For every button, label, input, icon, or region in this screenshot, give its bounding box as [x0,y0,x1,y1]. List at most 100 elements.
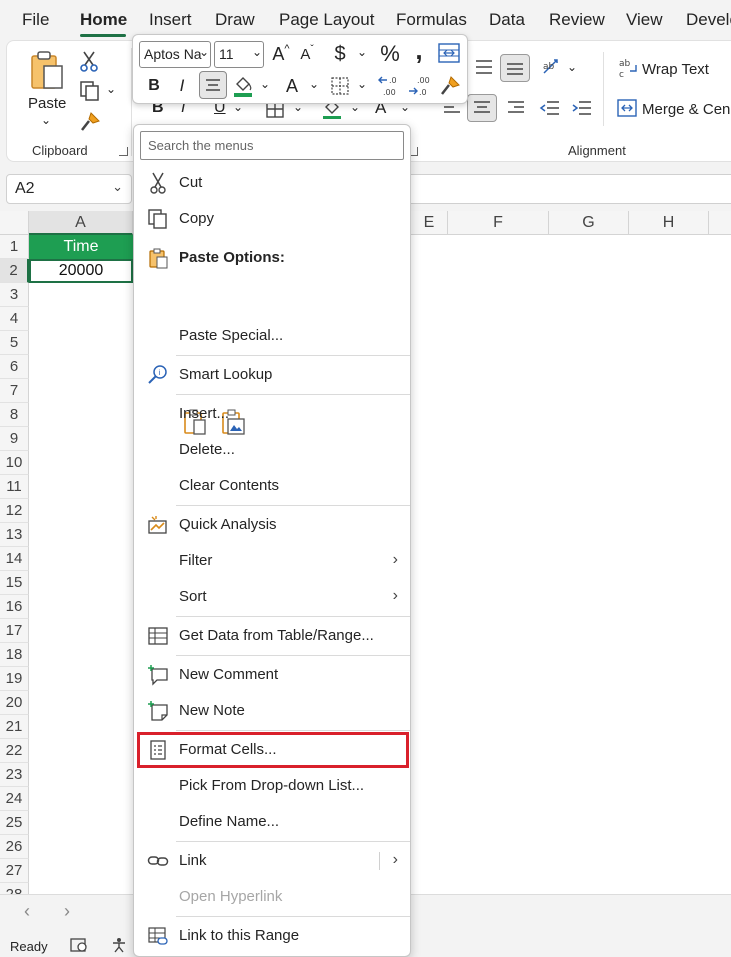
row-header[interactable]: 14 [0,547,29,571]
shrink-font-icon[interactable]: Aˇ [295,41,319,67]
align-center-icon[interactable] [467,94,497,122]
row-header[interactable]: 25 [0,811,29,835]
currency-chevron-icon[interactable]: ⌄ [357,45,367,59]
mini-bold-icon[interactable]: B [143,73,165,99]
column-header-e[interactable]: E [410,211,448,235]
copy-dropdown-chevron-icon[interactable]: ⌄ [106,82,116,96]
cut-icon[interactable] [78,50,100,72]
column-header-a[interactable]: A [29,211,133,235]
tab-view[interactable]: View [626,10,663,30]
grow-font-icon[interactable]: A ^ [269,41,293,67]
comma-style-icon[interactable]: , [409,35,429,65]
mini-fill-chevron-icon[interactable]: ⌄ [260,77,270,91]
cell-a2[interactable]: 20000 [29,259,133,283]
tab-formulas[interactable]: Formulas [396,10,467,30]
cell-a1[interactable]: Time [29,235,133,259]
menu-item-copy[interactable]: Copy [134,202,410,236]
mini-align-center-icon[interactable] [199,71,227,99]
row-header[interactable]: 12 [0,499,29,523]
row-header[interactable]: 6 [0,355,29,379]
tab-insert[interactable]: Insert [149,10,192,30]
mini-borders-chevron-icon[interactable]: ⌄ [357,77,367,91]
row-header[interactable]: 13 [0,523,29,547]
menu-item-smart-lookup[interactable]: i Smart Lookup [134,358,410,392]
row-header[interactable]: 20 [0,691,29,715]
mini-format-painter-icon[interactable] [437,73,463,99]
align-middle-icon[interactable] [500,54,530,82]
menu-item-insert[interactable]: Insert... [134,397,410,431]
tab-data[interactable]: Data [489,10,525,30]
row-header[interactable]: 18 [0,643,29,667]
menu-item-new-note[interactable]: New Note [134,694,410,728]
formula-bar[interactable] [410,174,731,204]
menu-item-clear-contents[interactable]: Clear Contents [134,469,410,503]
align-right-icon[interactable] [504,96,528,120]
select-all-corner[interactable] [0,211,29,235]
mini-fill-color-icon[interactable] [231,73,255,99]
paste-label[interactable]: Paste [28,95,66,112]
wrap-merge-icon[interactable] [437,42,461,64]
increase-decimal-icon[interactable]: .0.00 [377,73,403,99]
mini-borders-icon[interactable] [329,75,351,97]
row-header[interactable]: 24 [0,787,29,811]
wrap-text-icon[interactable]: ab c [618,56,640,80]
row-header[interactable]: 26 [0,835,29,859]
sheet-scroll-right-icon[interactable]: › [64,901,70,922]
menu-item-quick-analysis[interactable]: Quick Analysis [134,508,410,542]
menu-search-input[interactable]: Search the menus [140,131,404,160]
row-header[interactable]: 1 [0,235,29,259]
currency-icon[interactable]: $ [329,41,351,67]
row-header[interactable]: 19 [0,667,29,691]
paste-icon[interactable] [28,50,66,92]
tab-draw[interactable]: Draw [215,10,255,30]
row-header[interactable]: 10 [0,451,29,475]
menu-item-paste-special[interactable]: Paste Special... [134,319,410,353]
menu-item-delete[interactable]: Delete... [134,433,410,467]
row-header[interactable]: 5 [0,331,29,355]
column-header-h[interactable]: H [629,211,709,235]
increase-indent-icon[interactable] [570,96,594,120]
menu-item-filter[interactable]: Filter › [134,544,410,578]
column-header-next[interactable] [709,211,731,235]
row-header[interactable]: 23 [0,763,29,787]
row-header[interactable]: 16 [0,595,29,619]
row-header[interactable]: 2 [0,259,29,283]
row-header[interactable]: 7 [0,379,29,403]
align-top-icon[interactable] [472,56,496,78]
macro-record-icon[interactable] [70,937,88,953]
mini-font-color-icon[interactable]: A [281,73,303,99]
sheet-scroll-left-icon[interactable]: ‹ [24,901,30,922]
clipboard-launcher-icon[interactable] [119,147,128,156]
submenu-arrow-icon[interactable]: › [393,851,398,869]
mini-italic-icon[interactable]: I [171,73,193,99]
menu-item-pick-dropdown[interactable]: Pick From Drop-down List... [134,769,410,803]
row-header[interactable]: 15 [0,571,29,595]
menu-item-sort[interactable]: Sort › [134,580,410,614]
tab-review[interactable]: Review [549,10,605,30]
format-painter-icon[interactable] [78,110,102,134]
row-header[interactable]: 11 [0,475,29,499]
row-header[interactable]: 21 [0,715,29,739]
menu-item-define-name[interactable]: Define Name... [134,805,410,839]
orientation-icon[interactable]: ab [540,56,564,78]
menu-item-cut[interactable]: Cut [134,166,410,200]
merge-center-icon[interactable] [616,97,638,119]
font-name-chevron-icon[interactable]: ⌄ [199,45,209,59]
paste-dropdown-chevron-icon[interactable]: ⌄ [41,113,51,127]
menu-item-link-to-range[interactable]: Link to this Range [134,919,410,953]
tab-file[interactable]: File [22,10,49,30]
column-header-f[interactable]: F [448,211,549,235]
mini-font-color-chevron-icon[interactable]: ⌄ [309,77,319,91]
orientation-chevron-icon[interactable]: ⌄ [567,60,577,74]
menu-item-new-comment[interactable]: New Comment [134,658,410,692]
wrap-text-label[interactable]: Wrap Text [642,61,709,78]
row-header[interactable]: 22 [0,739,29,763]
name-box-chevron-icon[interactable]: ⌄ [112,179,123,195]
row-header[interactable]: 3 [0,283,29,307]
decrease-decimal-icon[interactable]: .00.0 [407,73,433,99]
tab-developer[interactable]: Develo [686,10,731,30]
row-header[interactable]: 28 [0,883,29,894]
copy-icon[interactable] [78,80,102,102]
decrease-indent-icon[interactable] [538,96,562,120]
row-header[interactable]: 4 [0,307,29,331]
